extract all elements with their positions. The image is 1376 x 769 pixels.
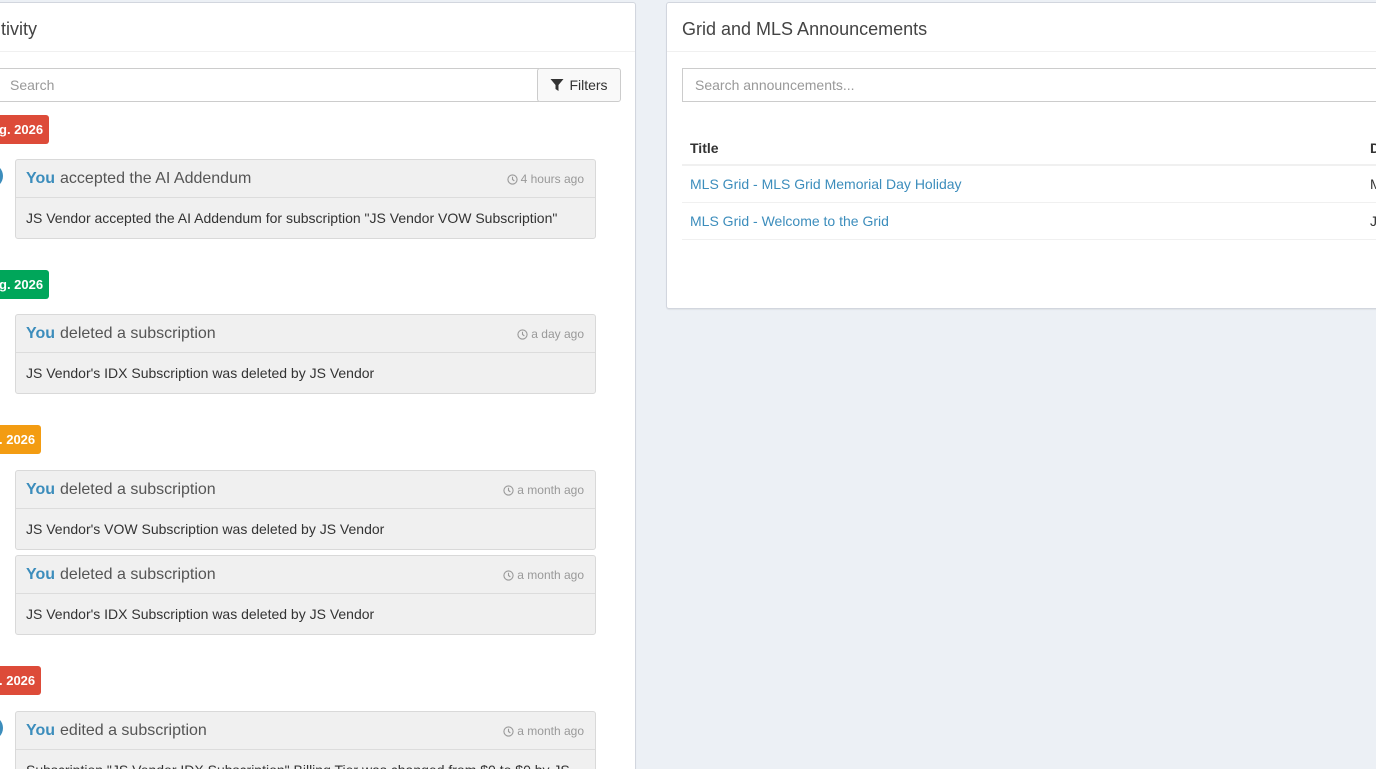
timeline-dot bbox=[0, 716, 3, 740]
timestamp: a day ago bbox=[517, 327, 584, 341]
timeline-item-header: You deleted a subscription a month ago bbox=[16, 556, 595, 594]
clock-icon bbox=[503, 725, 514, 737]
timeline-item-body: JS Vendor's VOW Subscription was deleted… bbox=[26, 521, 385, 537]
activity-action: deleted a subscription bbox=[60, 565, 216, 583]
timestamp: a month ago bbox=[503, 568, 584, 582]
activity-action: deleted a subscription bbox=[60, 324, 216, 342]
timestamp: 4 hours ago bbox=[506, 172, 584, 186]
timeline-item-body: JS Vendor's IDX Subscription was deleted… bbox=[26, 606, 375, 622]
timeline-dot bbox=[0, 164, 3, 188]
activity-actor-link[interactable]: You bbox=[26, 481, 55, 498]
column-header-title[interactable]: Title bbox=[682, 131, 1362, 166]
clock-icon bbox=[517, 328, 528, 340]
timeline-item-header: You accepted the AI Addendum 4 hours ago bbox=[16, 160, 595, 198]
timeline-item: You deleted a subscription a day ago JS V… bbox=[15, 314, 596, 394]
timeline-item: You edited a subscription a month ago Sub… bbox=[15, 711, 596, 769]
activity-search-input[interactable] bbox=[0, 68, 539, 102]
timeline-item-body: JS Vendor accepted the AI Addendum for s… bbox=[26, 210, 558, 226]
timeline-item-body: JS Vendor's IDX Subscription was deleted… bbox=[26, 365, 375, 381]
activity-panel: tivity Filters g. 2026 You accepted the A… bbox=[0, 2, 636, 769]
announcement-date: J bbox=[1362, 202, 1376, 240]
activity-action: deleted a subscription bbox=[60, 480, 216, 498]
clock-icon bbox=[503, 484, 514, 496]
announcements-panel: Grid and MLS Announcements Title D MLS G… bbox=[666, 2, 1376, 309]
activity-title: tivity bbox=[1, 19, 37, 39]
timeline-item-header: You deleted a subscription a month ago bbox=[16, 471, 595, 509]
announcement-date: M bbox=[1362, 165, 1376, 203]
table-row: MLS Grid - Welcome to the Grid J bbox=[682, 202, 1376, 240]
timestamp: a month ago bbox=[503, 483, 584, 497]
announcement-link[interactable]: MLS Grid - Welcome to the Grid bbox=[690, 213, 889, 229]
announcements-search-input[interactable] bbox=[682, 68, 1376, 102]
activity-actor-link[interactable]: You bbox=[26, 325, 55, 342]
announcements-header: Grid and MLS Announcements bbox=[667, 3, 1376, 52]
date-badge: g. 2026 bbox=[0, 270, 50, 299]
clock-icon bbox=[506, 173, 518, 185]
activity-action: edited a subscription bbox=[60, 721, 207, 739]
filters-button[interactable]: Filters bbox=[537, 68, 621, 102]
filters-button-label: Filters bbox=[569, 77, 608, 93]
timeline-item-body: Subscription "JS Vendor IDX Subscription… bbox=[16, 750, 595, 769]
filter-icon bbox=[550, 79, 564, 91]
date-badge: g. 2026 bbox=[0, 115, 50, 144]
announcements-title: Grid and MLS Announcements bbox=[682, 19, 928, 39]
timeline-item: You deleted a subscription a month ago JS… bbox=[15, 555, 596, 635]
activity-action: accepted the AI Addendum bbox=[60, 169, 252, 187]
announcements-table: Title D MLS Grid - MLS Grid Memorial Day… bbox=[682, 131, 1376, 240]
timeline-item-header: You deleted a subscription a day ago bbox=[16, 315, 595, 353]
timeline-item: You deleted a subscription a month ago JS… bbox=[15, 470, 596, 550]
activity-actor-link[interactable]: You bbox=[26, 722, 55, 739]
activity-actor-link[interactable]: You bbox=[26, 170, 55, 187]
column-header-date[interactable]: D bbox=[1362, 131, 1376, 166]
activity-actor-link[interactable]: You bbox=[26, 566, 55, 583]
table-row: MLS Grid - MLS Grid Memorial Day Holiday… bbox=[682, 165, 1376, 203]
table-header-row: Title D bbox=[682, 131, 1376, 166]
timeline-item: You accepted the AI Addendum 4 hours ago … bbox=[15, 159, 596, 239]
activity-header: tivity bbox=[0, 3, 635, 52]
timeline-item-header: You edited a subscription a month ago bbox=[16, 712, 595, 750]
clock-icon bbox=[503, 569, 514, 581]
date-badge: . 2026 bbox=[0, 666, 42, 695]
date-badge: . 2026 bbox=[0, 425, 42, 454]
timestamp: a month ago bbox=[503, 724, 584, 738]
announcement-link[interactable]: MLS Grid - MLS Grid Memorial Day Holiday bbox=[690, 176, 962, 192]
